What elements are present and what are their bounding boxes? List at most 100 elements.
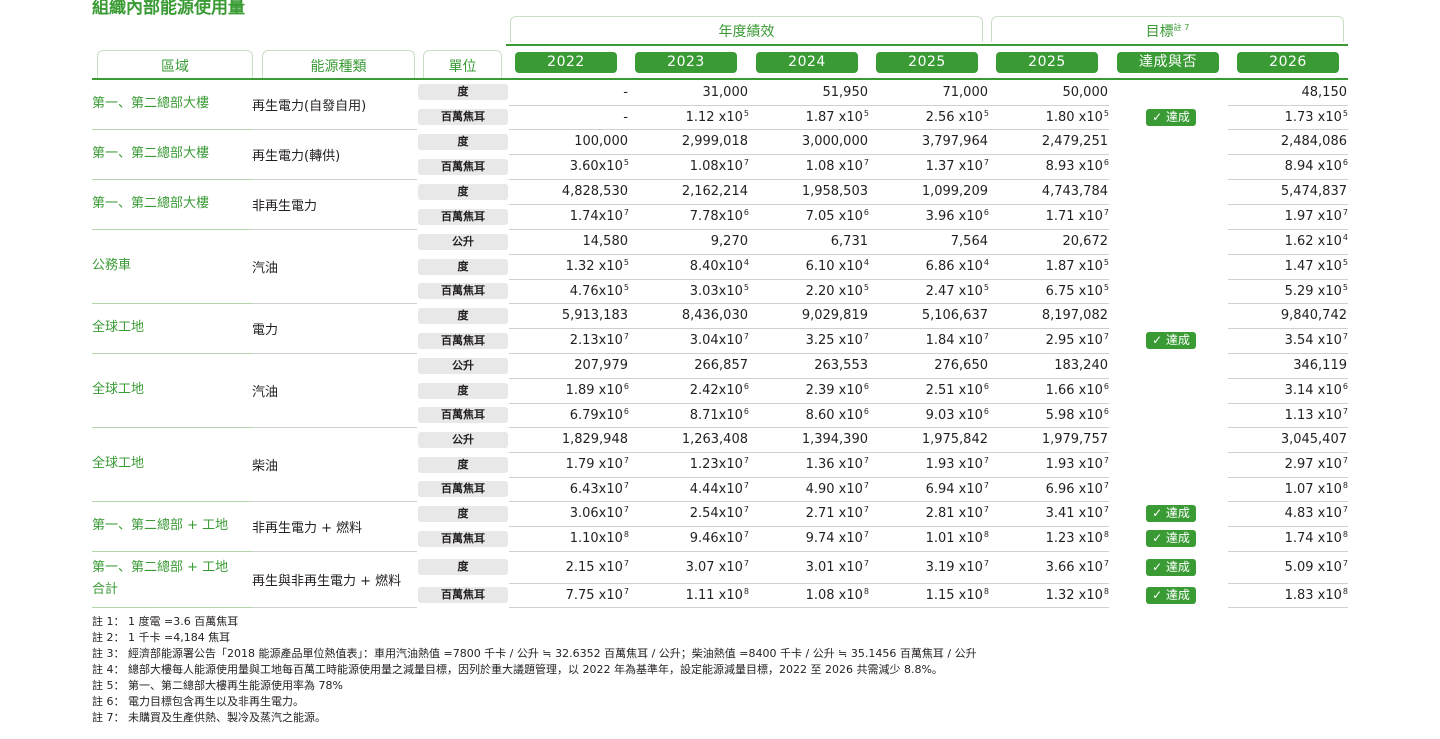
value-mantissa: 1,958,503 <box>801 184 868 199</box>
target-2026: 5.29 x105 <box>1228 279 1348 304</box>
value-mantissa: 3,797,964 <box>921 134 988 149</box>
value-exponent: 7 <box>743 332 749 341</box>
achievement-cell <box>1124 154 1218 179</box>
spacer <box>1109 204 1124 229</box>
value-2022: 1.32 x105 <box>509 254 629 280</box>
value-mantissa: 263,553 <box>814 358 868 373</box>
table-row: 全球工地 柴油 公升 1,829,948 1,263,408 1,394,390 1,975… <box>92 427 1348 502</box>
value-mantissa: 3.04x10 <box>689 333 743 348</box>
value-exponent: 6 <box>1103 382 1109 391</box>
value-mantissa: 2.42x10 <box>689 383 743 398</box>
energy-type-cell: 非再生電力 + 燃料 <box>252 501 417 552</box>
target-2026: 5.09 x107 <box>1228 551 1348 584</box>
value-exponent: 5 <box>1342 282 1348 292</box>
target-2026: 3.14 x106 <box>1228 378 1348 404</box>
value-mantissa: 2.15 x10 <box>565 559 623 575</box>
value-mantissa: 4.83 x10 <box>1284 506 1342 521</box>
value-mantissa: 1.93 x10 <box>925 457 983 472</box>
value-mantissa: 6.10 x10 <box>805 259 863 274</box>
target-2026: 1.74 x108 <box>1228 526 1348 552</box>
value-exponent: 8 <box>1342 480 1348 490</box>
achieved-badge: ✓ 達成 <box>1146 505 1196 522</box>
header-group-divider <box>506 44 1348 46</box>
value-2022: - <box>509 105 629 130</box>
unit-badge: 度 <box>418 258 508 275</box>
spacer <box>1218 204 1228 229</box>
value-mantissa: 7.05 x10 <box>805 209 863 224</box>
achieved-badge: ✓ 達成 <box>1146 530 1196 547</box>
table-row: 第一、第二總部大樓 再生電力(轉供) 度 100,000 2,999,018 3,000,… <box>92 129 1348 180</box>
value-2023: 1,263,408 <box>629 427 749 453</box>
target-2025: 1.32 x108 <box>989 583 1109 608</box>
spacer <box>1109 254 1124 279</box>
achievement-cell <box>1124 179 1218 204</box>
value-2022: 2.13x107 <box>509 328 629 354</box>
value-2025: 2.47 x105 <box>869 279 989 304</box>
value-exponent: 6 <box>1103 158 1109 167</box>
target-2025: 183,240 <box>989 353 1109 379</box>
unit-badge: 百萬焦耳 <box>418 158 508 175</box>
value-mantissa: 71,000 <box>942 84 989 100</box>
value-mantissa: 1,099,209 <box>921 184 988 199</box>
value-2023: 8.40x104 <box>629 254 749 280</box>
value-mantissa: 3.07 x10 <box>685 559 743 575</box>
value-exponent: 6 <box>623 406 629 416</box>
value-2022: 5,913,183 <box>509 303 629 329</box>
value-exponent: 7 <box>743 456 749 465</box>
value-mantissa: 5.29 x10 <box>1284 283 1342 299</box>
energy-type-cell: 柴油 <box>252 427 417 502</box>
achievement-cell <box>1124 80 1218 105</box>
unit-badge: 百萬焦耳 <box>418 587 508 603</box>
target-2026: 1.47 x105 <box>1228 254 1348 280</box>
energy-usage-table: 第一、第二總部大樓 再生電力(自發自用) 度 -31,000 51,950 71,000 5… <box>92 80 1348 608</box>
value-exponent: 7 <box>983 332 989 341</box>
target-2026: 2,484,086 <box>1228 129 1348 155</box>
target-2026: 2.97 x107 <box>1228 452 1348 478</box>
value-mantissa: 346,119 <box>1293 358 1347 373</box>
value-2024: 9.74 x107 <box>749 526 869 552</box>
energy-type-cell: 汽油 <box>252 229 417 304</box>
value-2022: 7.75 x107 <box>509 583 629 608</box>
achievement-cell <box>1124 427 1218 452</box>
value-2023: 2.42x106 <box>629 378 749 404</box>
value-exponent: 7 <box>743 480 749 490</box>
target-2025: 1.87 x105 <box>989 254 1109 280</box>
value-exponent: 8 <box>1103 530 1109 539</box>
value-2024: 1.08 x108 <box>749 583 869 608</box>
value-2025: 71,000 <box>869 80 989 106</box>
achieved-badge: ✓ 達成 <box>1146 108 1196 126</box>
value-exponent: 5 <box>1103 282 1109 292</box>
spacer <box>1218 583 1228 607</box>
footnote: 註 3： 經濟部能源署公告「2018 能源產品單位熱值表」：車用汽油熱值 =78… <box>92 647 977 660</box>
unit-cell: 度 <box>417 551 509 584</box>
value-exponent: 7 <box>863 480 869 490</box>
value-mantissa: 207,979 <box>574 358 628 373</box>
value-exponent: 7 <box>983 505 989 514</box>
value-exponent: 7 <box>1342 406 1348 416</box>
value-mantissa: 1.71 x10 <box>1045 209 1103 224</box>
value-exponent: 5 <box>743 108 749 118</box>
value-mantissa: 1.37 x10 <box>925 159 983 174</box>
value-mantissa: - <box>623 84 628 100</box>
value-2023: 2,162,214 <box>629 179 749 205</box>
value-2025: 1,975,842 <box>869 427 989 453</box>
unit-badge: 百萬焦耳 <box>418 332 508 349</box>
value-mantissa: 1.23x10 <box>689 457 743 472</box>
value-mantissa: 6.96 x10 <box>1045 481 1103 497</box>
target-2025: 50,000 <box>989 80 1109 106</box>
value-mantissa: 1.80 x10 <box>1045 109 1103 125</box>
spacer <box>1109 427 1124 452</box>
achieved-badge: ✓ 達成 <box>1146 332 1196 349</box>
value-mantissa: 1,975,842 <box>921 432 988 447</box>
value-exponent: 7 <box>863 530 869 539</box>
value-exponent: 5 <box>863 108 869 118</box>
achievement-cell <box>1124 129 1218 154</box>
value-exponent: 4 <box>863 258 869 267</box>
value-2024: 8.60 x106 <box>749 403 869 428</box>
value-exponent: 7 <box>623 586 629 596</box>
value-mantissa: 1.08 x10 <box>805 159 863 174</box>
value-mantissa: 4.90 x10 <box>805 481 863 497</box>
spacer <box>1218 254 1228 279</box>
value-2025: 1.15 x108 <box>869 583 989 608</box>
header-year-2022: 2022 <box>515 52 617 73</box>
